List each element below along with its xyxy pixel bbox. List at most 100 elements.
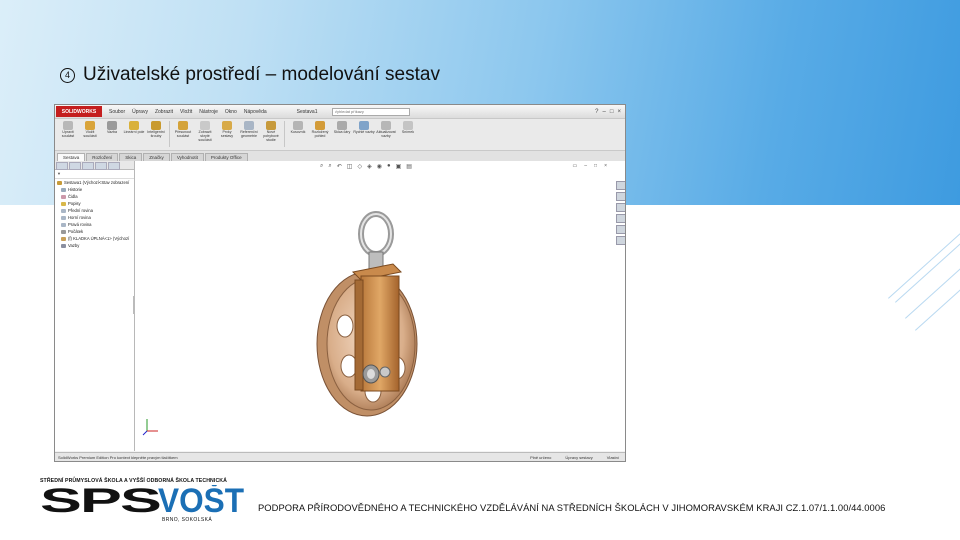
help-icon[interactable]: ? [595,109,598,115]
tree-item-icon [61,229,66,234]
ribbon-button[interactable]: Aktualizovat vazby [375,119,397,149]
tree-item[interactable]: Vazby [55,242,134,249]
tree-item-label: Čidla [68,194,78,199]
view-orientation-icon[interactable]: ◇ [357,163,362,170]
ribbon-separator [284,121,285,147]
tab-2[interactable]: Skica [119,153,143,161]
tree-item[interactable]: Pravá rovina [55,221,134,228]
title-text: Uživatelské prostředí – modelování sesta… [83,64,440,85]
appearance-icon[interactable]: ● [387,163,391,170]
show-hidden-icon [200,121,210,130]
ribbon-button[interactable]: Zobrazit skryté součásti [194,119,216,149]
ribbon-button[interactable]: Rychlé vazby [353,119,375,149]
pulley-model[interactable] [285,176,485,436]
hide-show-icon[interactable]: ◉ [377,163,382,170]
scene-icon[interactable]: ▣ [396,163,402,170]
ribbon-button-label: Přesunout součást [174,130,192,138]
tree-item[interactable]: Přední rovina [55,207,134,214]
file-explorer-icon[interactable] [616,203,625,212]
ribbon-button[interactable]: Snímek [397,119,419,149]
tree-item[interactable]: Horní rovina [55,214,134,221]
ribbon-button[interactable]: Vazba [101,119,123,149]
ribbon-button[interactable]: Skica čáry [331,119,353,149]
assembly-features-icon [222,121,232,130]
minimize-icon[interactable]: – [603,109,606,115]
menu-item[interactable]: Soubor [109,109,125,115]
menu-item[interactable]: Vložit [180,109,192,115]
view-close-icon[interactable]: × [604,163,607,169]
appearances-icon[interactable] [616,225,625,234]
tree-filter[interactable]: ▼ [55,170,134,179]
tab-4[interactable]: Vyhodnotit [170,153,204,161]
section-view-icon[interactable]: ◫ [347,163,353,170]
tab-3[interactable]: Značky [143,153,170,161]
ribbon-button[interactable]: Rozložený pohled [309,119,331,149]
tree-item[interactable]: (f) KLADKA ÚPLNÁ<1> (Výchozí [55,235,134,242]
ribbon-button[interactable]: Lineární pole [123,119,145,149]
config-tab-icon[interactable] [82,162,94,170]
axle-nut [379,366,391,378]
tree-item-label: Sestava1 (Výchozí<Stav zobrazení [64,180,130,185]
ribbon-button[interactable]: Přesunout součást [172,119,194,149]
tree-item[interactable]: Počátek [55,228,134,235]
previous-view-icon[interactable]: ↶ [337,163,342,170]
tree-item-label: Pravá rovina [68,222,92,227]
display-tab-icon[interactable] [108,162,120,170]
tab-1[interactable]: Rozložení [86,153,119,161]
dimxpert-tab-icon[interactable] [95,162,107,170]
tree-item[interactable]: Sestava1 (Výchozí<Stav zobrazení [55,179,134,186]
view-window-controls: ▭ – □ × [573,163,607,169]
tree-item-icon [61,222,66,227]
tree-item-icon [61,194,66,199]
ribbon-button-label: Vazba [107,130,117,134]
ribbon-separator [169,121,170,147]
display-style-icon[interactable]: ◈ [367,163,372,170]
zoom-fit-icon[interactable]: ⌕ [320,163,323,170]
ribbon-button[interactable]: Kusovník [287,119,309,149]
ribbon-button[interactable]: Inteligentní šrouby [145,119,167,149]
tree-item-icon [61,243,66,248]
ribbon-button[interactable]: Nové pohybové studie [260,119,282,149]
ribbon-button[interactable]: Referenční geometrie [238,119,260,149]
view-palette-icon[interactable] [616,214,625,223]
tree-item[interactable]: Čidla [55,193,134,200]
view-minimize-icon[interactable]: – [584,163,587,169]
ribbon-button[interactable]: Prvky sestavy [216,119,238,149]
resources-icon[interactable] [616,181,625,190]
feature-tree-tab-icon[interactable] [56,162,68,170]
side-plate-edge [354,279,364,391]
tree-item-label: Přední rovina [68,208,93,213]
ribbon-button-label: Upravit součást [61,130,75,138]
design-library-icon[interactable] [616,192,625,201]
tab-0[interactable]: Sestava [57,153,86,161]
menu-item[interactable]: Nápověda [244,109,267,115]
ribbon-button[interactable]: Vložit součásti [79,119,101,149]
menu-item[interactable]: Okno [225,109,237,115]
ribbon-button-label: Zobrazit skryté součásti [198,130,212,142]
view-settings-icon[interactable]: ▤ [406,163,412,170]
search-input[interactable] [331,107,410,116]
menu-item[interactable]: Zobrazit [155,109,173,115]
custom-properties-icon[interactable] [616,236,625,245]
ribbon-button[interactable]: Upravit součást [57,119,79,149]
bom-icon [293,121,303,130]
zoom-area-icon[interactable]: ⌕ [328,163,331,170]
property-tab-icon[interactable] [69,162,81,170]
mate-icon [107,121,117,130]
close-icon[interactable]: × [617,109,621,115]
menu-item[interactable]: Úpravy [132,109,148,115]
coordinate-triad [142,419,158,436]
graphics-area[interactable]: ⌕ ⌕ ↶ ◫ ◇ ◈ ◉ ● ▣ ▤ ▭ – □ × [135,161,625,451]
logo-main-text: SPS [40,485,161,520]
tree-item[interactable]: Historie [55,186,134,193]
svg-text:VOŠT: VOŠT [158,485,244,520]
menu-item[interactable]: Nástroje [199,109,218,115]
status-bar: SolidWorks Premium Edition Pro kontext k… [55,452,625,461]
view-restore-icon[interactable]: ▭ [573,163,578,169]
tab-5[interactable]: Produkty Office [204,153,248,161]
maximize-icon[interactable]: □ [610,109,614,115]
view-maximize-icon[interactable]: □ [594,163,597,169]
ribbon-button-label: Vložit součásti [83,130,97,138]
tree-item[interactable]: Popisy [55,200,134,207]
window-controls: ? – □ × [595,109,621,115]
